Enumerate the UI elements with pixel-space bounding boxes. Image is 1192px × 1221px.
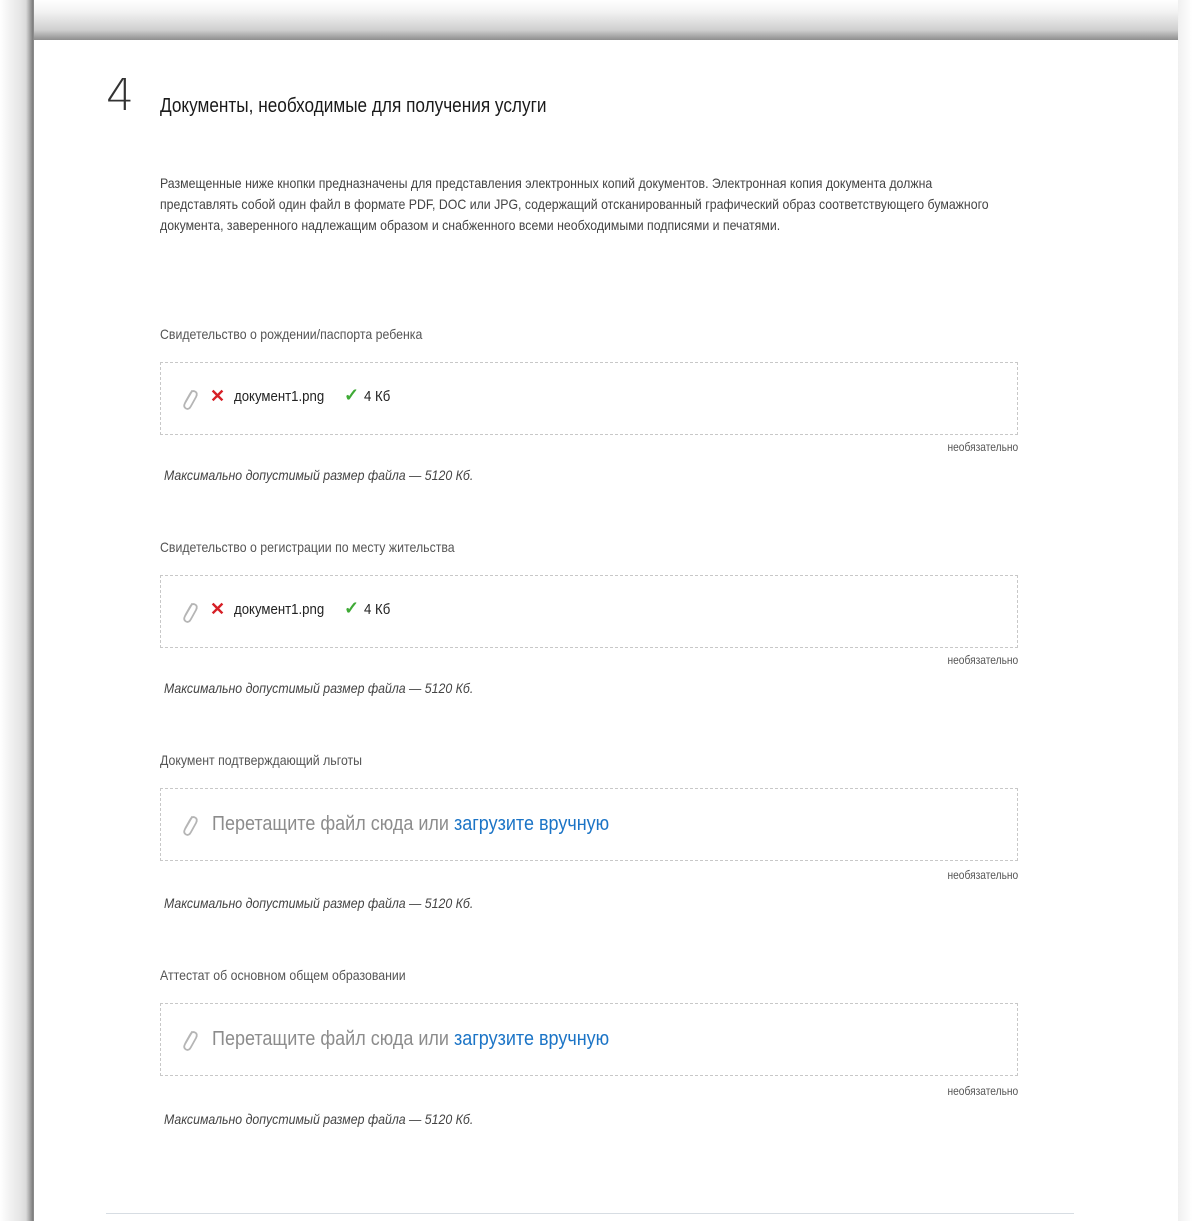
upload-manually-link[interactable]: загрузите вручную: [454, 1028, 609, 1050]
file-name: документ1.png: [234, 388, 325, 405]
step-number: 4: [106, 70, 134, 121]
max-size-note: Максимально допустимый размер файла — 51…: [164, 1111, 474, 1127]
window-frame-right: [1178, 0, 1192, 1221]
section-intro: Размещенные ниже кнопки предназначены дл…: [160, 175, 989, 233]
max-size-note: Максимально допустимый размер файла — 51…: [164, 680, 474, 696]
document-label: Свидетельство о рождении/паспорта ребенк…: [160, 326, 423, 342]
paperclip-icon: [183, 816, 198, 836]
paperclip-icon: [183, 390, 198, 410]
document-label: Свидетельство о регистрации по месту жит…: [160, 539, 455, 555]
window-frame-top: [0, 0, 1192, 40]
documents-section: 4 Документы, необходимые для получения у…: [34, 40, 1178, 1221]
optional-note: необязательно: [947, 868, 1018, 882]
max-size-note: Максимально допустимый размер файла — 51…: [164, 467, 474, 483]
checkmark-icon: ✓: [344, 385, 360, 405]
drop-hint-text: Перетащите файл сюда или: [212, 1028, 449, 1050]
paperclip-icon: [183, 603, 198, 623]
checkmark-icon: ✓: [344, 598, 360, 618]
file-size: 4 Кб: [364, 388, 391, 405]
file-name: документ1.png: [234, 601, 325, 618]
paperclip-icon: [183, 1031, 198, 1051]
optional-note: необязательно: [947, 1084, 1018, 1098]
drop-hint: Перетащите файл сюда или загрузите вручн…: [212, 813, 609, 836]
drop-hint: Перетащите файл сюда или загрузите вручн…: [212, 1028, 609, 1051]
file-dropzone[interactable]: Перетащите файл сюда или загрузите вручн…: [160, 788, 1018, 861]
upload-manually-link[interactable]: загрузите вручную: [454, 813, 609, 835]
file-dropzone[interactable]: ✕ документ1.png ✓ 4 Кб: [160, 575, 1018, 648]
max-size-note: Максимально допустимый размер файла — 51…: [164, 895, 474, 911]
remove-x-icon[interactable]: ✕: [210, 387, 225, 405]
document-label: Документ подтверждающий льготы: [160, 752, 363, 768]
window-frame-left: [0, 0, 34, 1221]
drop-hint-text: Перетащите файл сюда или: [212, 813, 449, 835]
remove-x-icon[interactable]: ✕: [210, 600, 225, 618]
document-label: Аттестат об основном общем образовании: [160, 967, 406, 983]
optional-note: необязательно: [947, 653, 1018, 667]
optional-note: необязательно: [947, 440, 1018, 454]
file-dropzone[interactable]: ✕ документ1.png ✓ 4 Кб: [160, 362, 1018, 435]
file-size: 4 Кб: [364, 601, 391, 618]
section-divider: [106, 1213, 1074, 1214]
section-title: Документы, необходимые для получения усл…: [160, 95, 547, 117]
file-dropzone[interactable]: Перетащите файл сюда или загрузите вручн…: [160, 1003, 1018, 1076]
